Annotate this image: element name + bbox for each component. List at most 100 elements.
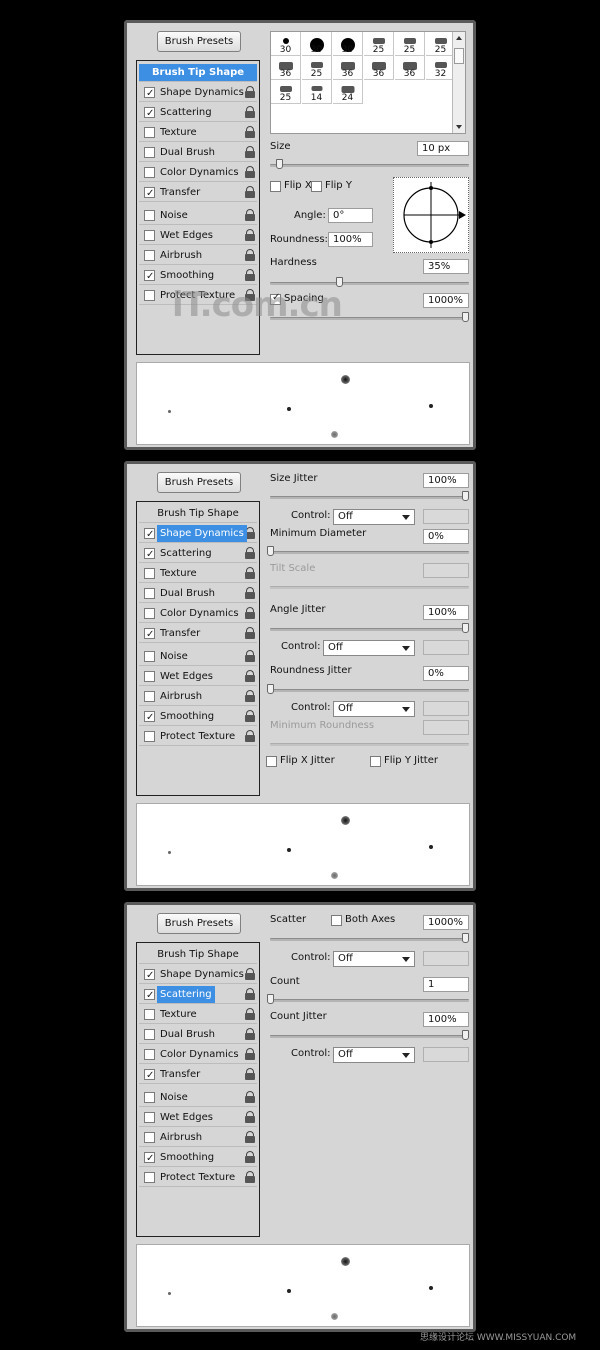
size-control-dropdown[interactable]: Off (333, 509, 415, 525)
sidebar-checkbox[interactable] (144, 568, 155, 579)
sidebar-item-scattering[interactable]: Scattering (139, 104, 257, 123)
brush-tip-cell[interactable]: 25 (364, 32, 394, 56)
sidebar-checkbox[interactable] (144, 987, 155, 1005)
angle-jitter-field[interactable]: 100% (423, 605, 469, 620)
roundness-jitter-slider-track[interactable] (270, 689, 469, 692)
sidebar-item-dual-brush[interactable]: Dual Brush (139, 1026, 257, 1044)
sidebar-checkbox[interactable] (144, 651, 155, 662)
angle-jitter-slider-thumb[interactable] (462, 623, 469, 633)
lock-icon[interactable] (245, 106, 255, 118)
sidebar-item-airbrush[interactable]: Airbrush (139, 247, 257, 265)
sidebar-checkbox[interactable] (144, 526, 155, 544)
brush-tip-cell[interactable]: 36 (333, 56, 363, 80)
sidebar-item-noise[interactable]: Noise (139, 648, 257, 666)
sidebar-item-shape-dynamics[interactable]: Shape Dynamics (139, 525, 257, 544)
sidebar-item-protect-texture[interactable]: Protect Texture (139, 1169, 257, 1187)
roundness-jitter-slider-thumb[interactable] (267, 684, 274, 694)
lock-icon[interactable] (245, 269, 255, 281)
lock-icon[interactable] (245, 209, 255, 221)
sidebar-checkbox[interactable] (144, 626, 155, 644)
sidebar-item-smoothing[interactable]: Smoothing (139, 267, 257, 286)
sidebar-checkbox[interactable] (144, 1150, 155, 1168)
angle-field[interactable]: 0° (328, 208, 373, 223)
roundness-field[interactable]: 100% (328, 232, 373, 247)
count-slider-track[interactable] (270, 999, 469, 1002)
sidebar-checkbox[interactable] (144, 1067, 155, 1085)
sidebar-item-protect-texture[interactable]: Protect Texture (139, 728, 257, 746)
sidebar-checkbox[interactable] (144, 85, 155, 103)
sidebar-checkbox[interactable] (144, 691, 155, 702)
sidebar-item-scattering[interactable]: Scattering (139, 986, 257, 1005)
sidebar-item-airbrush[interactable]: Airbrush (139, 1129, 257, 1147)
roundness-control-dropdown[interactable]: Off (333, 701, 415, 717)
sidebar-item-transfer[interactable]: Transfer (139, 625, 257, 644)
brush-tip-grid[interactable]: 30 30 30 25 25 25 36 25 36 36 36 32 25 14 24 (270, 31, 466, 134)
both-axes-checkbox[interactable] (331, 915, 342, 926)
lock-icon[interactable] (245, 690, 255, 702)
lock-icon[interactable] (245, 1151, 255, 1163)
sidebar-checkbox[interactable] (144, 1112, 155, 1123)
min-diameter-slider-track[interactable] (270, 551, 469, 554)
size-field[interactable]: 10 px (417, 141, 469, 156)
scatter-slider-thumb[interactable] (462, 933, 469, 943)
brush-tip-cell[interactable]: 30 (302, 32, 332, 56)
sidebar-item-scattering[interactable]: Scattering (139, 545, 257, 564)
lock-icon[interactable] (245, 126, 255, 138)
lock-icon[interactable] (245, 1091, 255, 1103)
brush-tip-cell[interactable]: 30 (271, 32, 301, 56)
sidebar-item-smoothing[interactable]: Smoothing (139, 708, 257, 727)
sidebar-checkbox[interactable] (144, 546, 155, 564)
count-field[interactable]: 1 (423, 977, 469, 992)
brush-presets-button[interactable]: Brush Presets (157, 913, 241, 934)
brush-tip-cell[interactable]: 36 (364, 56, 394, 80)
sidebar-checkbox[interactable] (144, 250, 155, 261)
sidebar-checkbox[interactable] (144, 967, 155, 985)
size-jitter-slider-thumb[interactable] (462, 491, 469, 501)
sidebar-item-wet-edges[interactable]: Wet Edges (139, 227, 257, 245)
hardness-field[interactable]: 35% (423, 259, 469, 274)
sidebar-checkbox[interactable] (144, 185, 155, 203)
sidebar-item-brush-tip-shape[interactable]: Brush Tip Shape (139, 946, 257, 964)
flip-x-jitter-checkbox[interactable] (266, 756, 277, 767)
scatter-slider-track[interactable] (270, 938, 469, 941)
sidebar-checkbox[interactable] (144, 210, 155, 221)
lock-icon[interactable] (245, 587, 255, 599)
brush-tip-cell[interactable]: 24 (333, 80, 363, 104)
lock-icon[interactable] (245, 988, 255, 1000)
sidebar-checkbox[interactable] (144, 671, 155, 682)
scroll-thumb[interactable] (454, 48, 464, 64)
brush-grid-scrollbar[interactable] (452, 32, 465, 133)
lock-icon[interactable] (245, 1068, 255, 1080)
size-jitter-field[interactable]: 100% (423, 473, 469, 488)
sidebar-checkbox[interactable] (144, 1009, 155, 1020)
sidebar-checkbox[interactable] (144, 608, 155, 619)
sidebar-item-dual-brush[interactable]: Dual Brush (139, 144, 257, 162)
sidebar-checkbox[interactable] (144, 731, 155, 742)
sidebar-item-brush-tip-shape[interactable]: Brush Tip Shape (139, 64, 257, 82)
sidebar-item-transfer[interactable]: Transfer (139, 1066, 257, 1085)
sidebar-item-transfer[interactable]: Transfer (139, 184, 257, 203)
sidebar-checkbox[interactable] (144, 709, 155, 727)
lock-icon[interactable] (245, 710, 255, 722)
lock-icon[interactable] (245, 650, 255, 662)
sidebar-checkbox[interactable] (144, 105, 155, 123)
sidebar-checkbox[interactable] (144, 1092, 155, 1103)
sidebar-item-texture[interactable]: Texture (139, 124, 257, 142)
sidebar-item-brush-tip-shape[interactable]: Brush Tip Shape (139, 505, 257, 523)
sidebar-item-dual-brush[interactable]: Dual Brush (139, 585, 257, 603)
lock-icon[interactable] (245, 607, 255, 619)
sidebar-checkbox[interactable] (144, 147, 155, 158)
lock-icon[interactable] (245, 229, 255, 241)
brush-tip-cell[interactable]: 25 (395, 32, 425, 56)
sidebar-item-wet-edges[interactable]: Wet Edges (139, 1109, 257, 1127)
lock-icon[interactable] (245, 1171, 255, 1183)
sidebar-item-color-dynamics[interactable]: Color Dynamics (139, 1046, 257, 1064)
sidebar-item-color-dynamics[interactable]: Color Dynamics (139, 164, 257, 182)
scroll-down-arrow-icon[interactable] (456, 125, 462, 129)
count-jitter-slider-thumb[interactable] (462, 1030, 469, 1040)
sidebar-checkbox[interactable] (144, 1049, 155, 1060)
flip-x-checkbox[interactable] (270, 181, 281, 192)
spacing-slider-thumb[interactable] (462, 312, 469, 322)
count-control-dropdown[interactable]: Off (333, 1047, 415, 1063)
sidebar-item-smoothing[interactable]: Smoothing (139, 1149, 257, 1168)
